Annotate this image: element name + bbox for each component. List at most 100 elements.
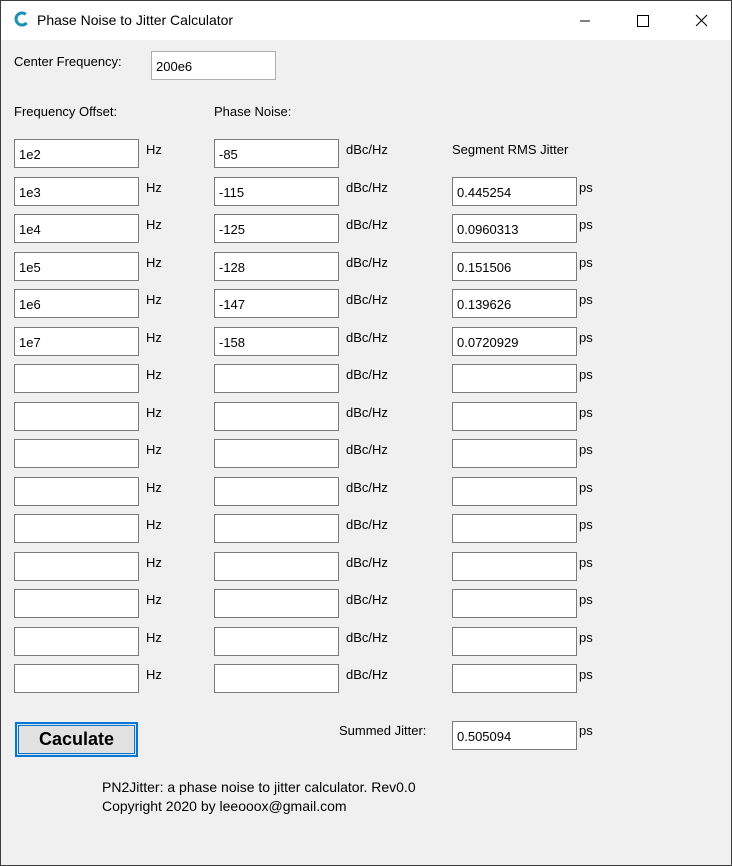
frequency-offset-input[interactable] <box>14 402 139 431</box>
phase-noise-unit: dBc/Hz <box>346 630 388 645</box>
phase-noise-input[interactable]: -158 <box>214 327 339 356</box>
jitter-unit: ps <box>579 517 593 532</box>
app-logo-icon <box>14 11 30 27</box>
jitter-unit: ps <box>579 217 593 232</box>
segment-jitter-output[interactable]: 0.0720929 <box>452 327 577 356</box>
segment-jitter-output[interactable] <box>452 552 577 581</box>
frequency-offset-input[interactable]: 1e2 <box>14 139 139 168</box>
center-frequency-label: Center Frequency: <box>14 54 122 69</box>
segment-jitter-output[interactable]: 0.0960313 <box>452 214 577 243</box>
frequency-offset-input[interactable] <box>14 477 139 506</box>
phase-noise-unit: dBc/Hz <box>346 180 388 195</box>
frequency-unit: Hz <box>146 217 162 232</box>
center-frequency-input[interactable]: 200e6 <box>151 51 276 80</box>
jitter-unit: ps <box>579 555 593 570</box>
jitter-unit: ps <box>579 180 593 195</box>
phase-noise-unit: dBc/Hz <box>346 255 388 270</box>
summed-jitter-output[interactable]: 0.505094 <box>452 721 577 750</box>
segment-jitter-output[interactable] <box>452 402 577 431</box>
jitter-unit: ps <box>579 667 593 682</box>
jitter-unit: ps <box>579 405 593 420</box>
frequency-offset-input[interactable]: 1e5 <box>14 252 139 281</box>
segment-jitter-output[interactable] <box>452 439 577 468</box>
phase-noise-input[interactable] <box>214 552 339 581</box>
frequency-unit: Hz <box>146 142 162 157</box>
frequency-offset-input[interactable]: 1e3 <box>14 177 139 206</box>
title-bar[interactable]: Phase Noise to Jitter Calculator <box>1 1 731 40</box>
phase-noise-unit: dBc/Hz <box>346 142 388 157</box>
phase-noise-unit: dBc/Hz <box>346 517 388 532</box>
segment-jitter-output[interactable] <box>452 364 577 393</box>
jitter-unit: ps <box>579 630 593 645</box>
frequency-unit: Hz <box>146 442 162 457</box>
summed-jitter-unit: ps <box>579 723 593 738</box>
footer-copyright: Copyright 2020 by leeooox@gmail.com <box>102 798 347 814</box>
frequency-offset-input[interactable]: 1e4 <box>14 214 139 243</box>
maximize-button[interactable] <box>614 1 672 40</box>
frequency-offset-input[interactable] <box>14 589 139 618</box>
phase-noise-input[interactable]: -147 <box>214 289 339 318</box>
frequency-unit: Hz <box>146 405 162 420</box>
phase-noise-input[interactable] <box>214 439 339 468</box>
frequency-offset-input[interactable] <box>14 439 139 468</box>
segment-jitter-output[interactable] <box>452 589 577 618</box>
frequency-offset-input[interactable] <box>14 364 139 393</box>
phase-noise-input[interactable] <box>214 364 339 393</box>
phase-noise-unit: dBc/Hz <box>346 217 388 232</box>
phase-noise-input[interactable] <box>214 589 339 618</box>
segment-jitter-output[interactable] <box>452 477 577 506</box>
calculate-button[interactable]: Caculate <box>15 722 138 757</box>
frequency-unit: Hz <box>146 555 162 570</box>
phase-noise-input[interactable] <box>214 477 339 506</box>
phase-noise-unit: dBc/Hz <box>346 330 388 345</box>
frequency-offset-input[interactable]: 1e6 <box>14 289 139 318</box>
frequency-unit: Hz <box>146 480 162 495</box>
footer-description: PN2Jitter: a phase noise to jitter calcu… <box>102 779 416 795</box>
jitter-unit: ps <box>579 255 593 270</box>
phase-noise-input[interactable]: -115 <box>214 177 339 206</box>
jitter-unit: ps <box>579 367 593 382</box>
frequency-offset-input[interactable] <box>14 514 139 543</box>
phase-noise-input[interactable] <box>214 402 339 431</box>
phase-noise-input[interactable] <box>214 664 339 693</box>
jitter-unit: ps <box>579 442 593 457</box>
frequency-offset-header: Frequency Offset: <box>14 104 118 119</box>
frequency-unit: Hz <box>146 592 162 607</box>
close-button[interactable] <box>672 1 730 40</box>
phase-noise-input[interactable]: -85 <box>214 139 339 168</box>
jitter-unit: ps <box>579 330 593 345</box>
segment-jitter-header: Segment RMS Jitter <box>452 142 569 157</box>
close-icon <box>695 14 707 27</box>
maximize-icon <box>637 14 649 27</box>
segment-jitter-output[interactable]: 0.139626 <box>452 289 577 318</box>
frequency-offset-input[interactable] <box>14 664 139 693</box>
jitter-unit: ps <box>579 592 593 607</box>
summed-jitter-label: Summed Jitter: <box>339 723 427 738</box>
segment-jitter-output[interactable] <box>452 627 577 656</box>
phase-noise-input[interactable]: -125 <box>214 214 339 243</box>
frequency-unit: Hz <box>146 517 162 532</box>
frequency-unit: Hz <box>146 330 162 345</box>
phase-noise-unit: dBc/Hz <box>346 292 388 307</box>
app-window: Phase Noise to Jitter Calculator Center … <box>0 0 732 866</box>
phase-noise-input[interactable]: -128 <box>214 252 339 281</box>
segment-jitter-output[interactable] <box>452 514 577 543</box>
phase-noise-input[interactable] <box>214 627 339 656</box>
phase-noise-input[interactable] <box>214 514 339 543</box>
frequency-offset-input[interactable] <box>14 627 139 656</box>
phase-noise-unit: dBc/Hz <box>346 405 388 420</box>
phase-noise-unit: dBc/Hz <box>346 555 388 570</box>
window-title: Phase Noise to Jitter Calculator <box>37 12 234 28</box>
frequency-unit: Hz <box>146 292 162 307</box>
phase-noise-unit: dBc/Hz <box>346 442 388 457</box>
frequency-offset-input[interactable]: 1e7 <box>14 327 139 356</box>
frequency-unit: Hz <box>146 367 162 382</box>
segment-jitter-output[interactable]: 0.151506 <box>452 252 577 281</box>
calculate-button-label: Caculate <box>38 729 115 749</box>
phase-noise-header: Phase Noise: <box>214 104 292 119</box>
phase-noise-unit: dBc/Hz <box>346 367 388 382</box>
segment-jitter-output[interactable]: 0.445254 <box>452 177 577 206</box>
segment-jitter-output[interactable] <box>452 664 577 693</box>
minimize-button[interactable] <box>556 1 614 40</box>
frequency-offset-input[interactable] <box>14 552 139 581</box>
